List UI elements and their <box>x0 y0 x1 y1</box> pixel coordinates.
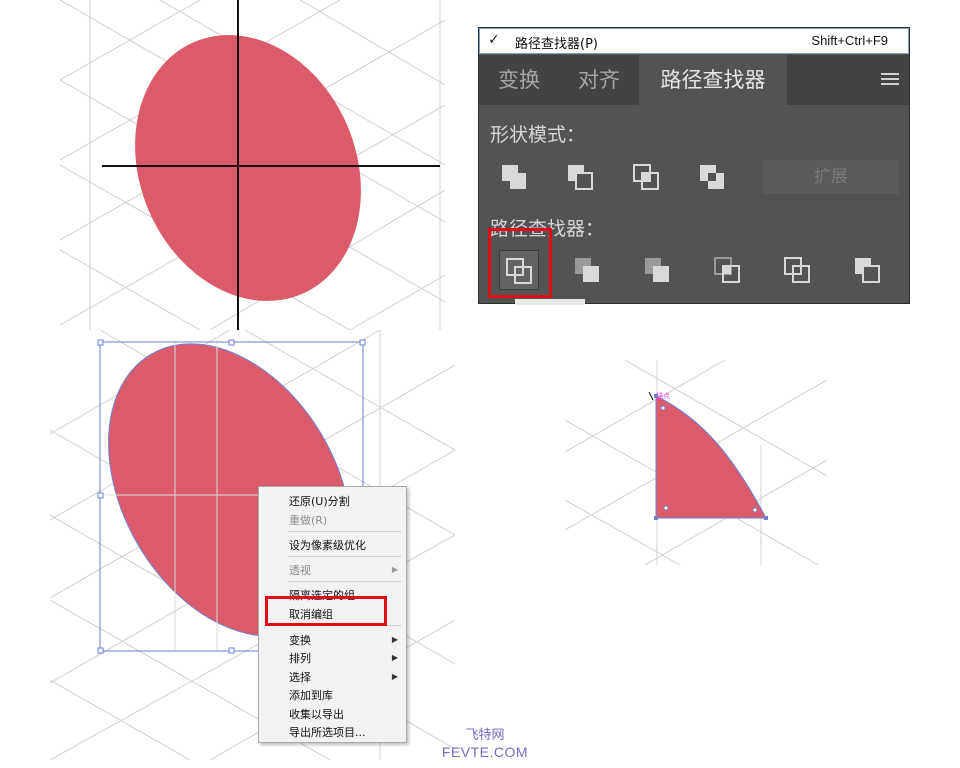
expand-button[interactable]: 扩展 <box>763 160 899 194</box>
menu-item-label: 路径查找器(P) <box>515 37 598 52</box>
tab-transform[interactable]: 变换 <box>479 55 559 105</box>
menu-item-pixel-optimize[interactable]: 设为像素级优化 <box>289 537 366 553</box>
hamburger-icon[interactable] <box>881 73 899 87</box>
menu-item-shortcut: Shift+Ctrl+F9 <box>811 33 888 48</box>
watermark-logo: 飞特网 FEVTE.COM <box>440 724 530 760</box>
unite-icon[interactable] <box>497 158 537 198</box>
shape-modes-heading: 形状模式： <box>490 124 586 146</box>
artboard-ellipse-guides <box>60 0 445 330</box>
menu-item-select[interactable]: 选择 <box>289 669 311 685</box>
tooltip <box>515 299 585 305</box>
menu-item-add-to-library[interactable]: 添加到库 <box>289 687 333 703</box>
menu-separator <box>287 531 402 532</box>
tab-align[interactable]: 对齐 <box>559 55 639 105</box>
trim-icon[interactable] <box>569 250 609 290</box>
menu-item-undo-divide[interactable]: 还原(U)分割 <box>289 493 350 509</box>
menu-item-perspective[interactable]: 透视 <box>289 562 311 578</box>
artboard-divided-piece <box>565 360 827 565</box>
merge-icon[interactable] <box>639 250 679 290</box>
menu-separator <box>287 556 402 557</box>
pathfinder-panel: ✓ 路径查找器(P) Shift+Ctrl+F9 变换 对齐 路径查找器 形状模… <box>478 27 910 305</box>
divide-button-highlight <box>488 228 552 298</box>
submenu-arrow-icon: ▶ <box>391 565 398 574</box>
submenu-arrow-icon: ▶ <box>391 635 398 644</box>
menu-separator <box>287 581 402 582</box>
submenu-arrow-icon: ▶ <box>391 653 398 662</box>
ungroup-highlight <box>265 596 387 626</box>
minus-front-icon[interactable] <box>563 158 603 198</box>
panel-tab-bar: 变换 对齐 路径查找器 <box>479 55 909 105</box>
minus-back-icon[interactable] <box>849 250 889 290</box>
crop-icon[interactable] <box>709 250 749 290</box>
exclude-icon[interactable] <box>695 158 735 198</box>
submenu-arrow-icon: ▶ <box>391 672 398 681</box>
menu-item-export-selection[interactable]: 导出所选项目... <box>289 724 366 740</box>
menu-item-collect-for-export[interactable]: 收集以导出 <box>289 706 344 722</box>
menu-item-transform[interactable]: 变换 <box>289 632 311 648</box>
window-menu-item[interactable]: ✓ 路径查找器(P) Shift+Ctrl+F9 <box>479 28 909 54</box>
menu-item-redo[interactable]: 重做(R) <box>289 512 327 528</box>
checkmark-icon: ✓ <box>488 32 500 48</box>
intersect-icon[interactable] <box>629 158 669 198</box>
outline-icon[interactable] <box>779 250 819 290</box>
watermark-cn: 飞特网 <box>465 728 505 743</box>
tutorial-composite: ✓ 路径查找器(P) Shift+Ctrl+F9 变换 对齐 路径查找器 形状模… <box>0 0 960 768</box>
anchor-label: 锚点 <box>656 392 670 400</box>
tab-pathfinder[interactable]: 路径查找器 <box>639 55 787 105</box>
menu-item-arrange[interactable]: 排列 <box>289 650 311 666</box>
divided-quarter-shape[interactable] <box>655 395 767 519</box>
watermark-en: FEVTE.COM <box>441 744 529 760</box>
